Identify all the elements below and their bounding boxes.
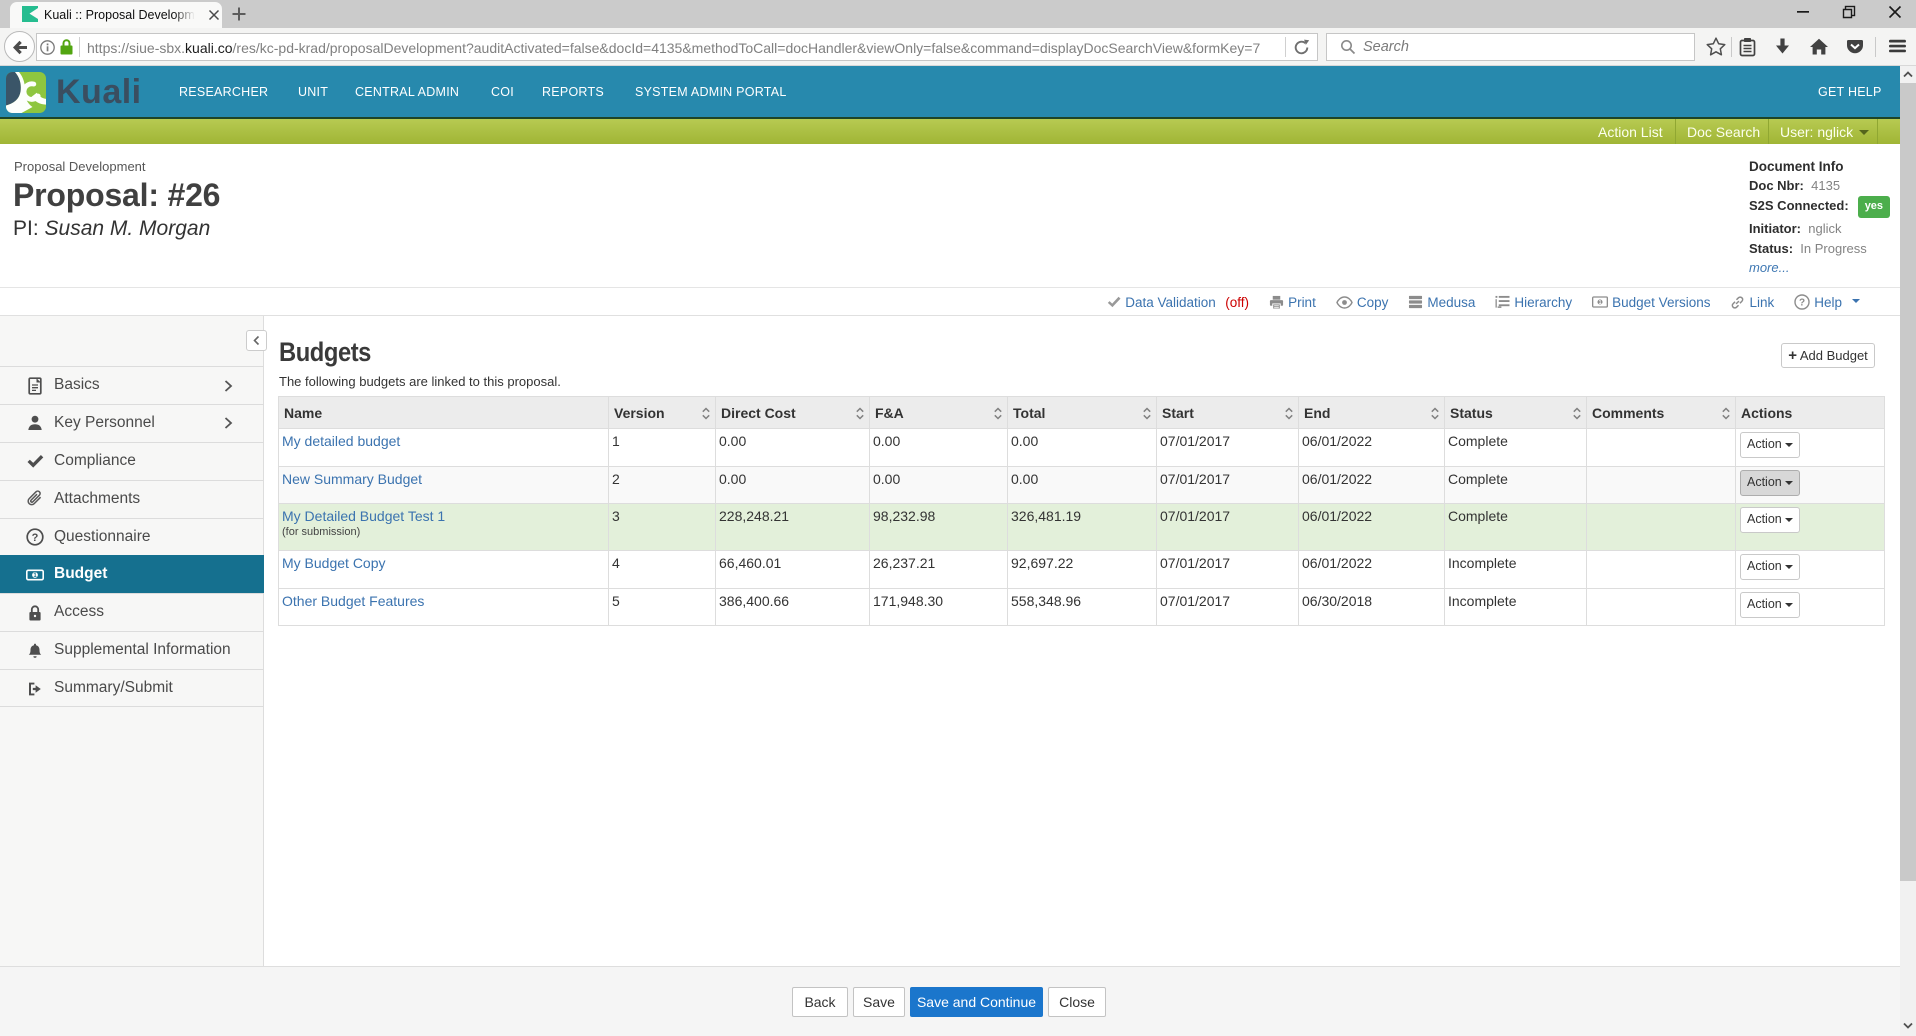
svg-text:1: 1 xyxy=(1599,300,1602,306)
svg-text:?: ? xyxy=(32,532,39,544)
svg-text:?: ? xyxy=(1799,297,1805,308)
